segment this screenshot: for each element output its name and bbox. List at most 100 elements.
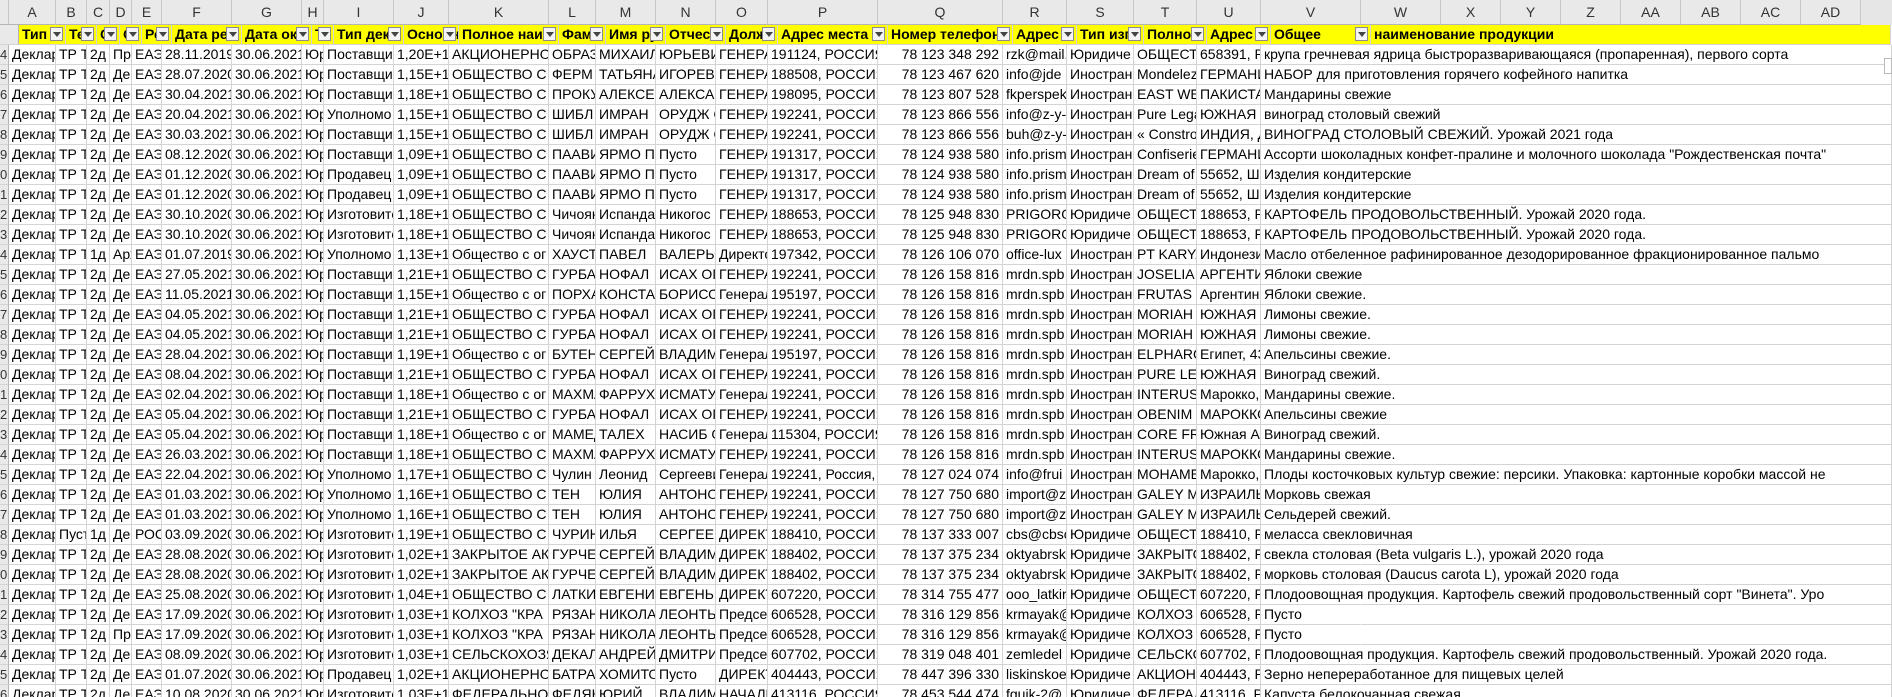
table-cell[interactable]: 30.06.2021 <box>232 525 302 545</box>
table-cell[interactable]: Иностран <box>1067 505 1134 525</box>
filter-dropdown-icon[interactable] <box>1255 27 1268 41</box>
table-cell[interactable]: 30.06.2021 <box>232 205 302 225</box>
table-cell[interactable]: Дей <box>110 265 132 285</box>
table-cell[interactable]: ГЕРМАНИ <box>1197 145 1261 165</box>
table-cell[interactable]: 188653, РОССИЯ <box>768 205 878 225</box>
column-letter-h[interactable]: H <box>302 0 324 25</box>
table-cell[interactable]: Иностран <box>1067 445 1134 465</box>
table-cell[interactable]: ОБЩЕСТВ <box>1134 225 1197 245</box>
table-cell[interactable]: ГЕНЕРАЛЬ <box>716 105 768 125</box>
table-cell[interactable]: ГУРБАН <box>549 405 596 425</box>
table-cell[interactable]: Марокко, <box>1197 465 1261 485</box>
table-cell[interactable]: Изготовите <box>324 565 394 585</box>
table-cell[interactable]: 30.04.2021 <box>162 85 232 105</box>
table-cell[interactable]: 188653, Р <box>1197 225 1261 245</box>
table-cell[interactable]: krmayak@ <box>1003 625 1067 645</box>
table-cell[interactable]: Иностран <box>1067 385 1134 405</box>
table-cell[interactable]: 2д <box>87 585 110 605</box>
table-cell[interactable]: ГЕНЕРАЛЬ <box>716 145 768 165</box>
row-number[interactable]: 3 <box>0 425 9 445</box>
table-cell[interactable]: 606528, РОССИЯ <box>768 625 878 645</box>
table-cell[interactable]: 1,02E+12 <box>394 545 449 565</box>
table-cell[interactable]: Pure Lega <box>1134 105 1197 125</box>
table-cell[interactable]: Поставщик <box>324 345 394 365</box>
table-cell[interactable]: РЯЗАН <box>549 605 596 625</box>
table-cell[interactable]: 78 137 333 007 <box>878 525 1003 545</box>
table-cell[interactable]: АНТОНОВ <box>656 505 716 525</box>
table-cell[interactable]: ОБЩЕСТВО С С <box>449 305 549 325</box>
table-cell[interactable]: Уполномо <box>324 105 394 125</box>
table-cell[interactable]: mrdn.spb <box>1003 265 1067 285</box>
table-cell[interactable]: Деклар <box>9 685 56 697</box>
table-cell[interactable]: 78 123 467 620 <box>878 65 1003 85</box>
table-cell[interactable]: 08.12.2020 <box>162 145 232 165</box>
table-cell[interactable]: 1,18E+12 <box>394 445 449 465</box>
table-cell[interactable]: Дей <box>110 125 132 145</box>
table-cell[interactable]: 2д <box>87 205 110 225</box>
table-cell[interactable]: Леонид <box>596 465 656 485</box>
table-cell[interactable]: 17.09.2020 <box>162 625 232 645</box>
table-cell[interactable]: Юр <box>302 105 324 125</box>
row-number[interactable]: 1 <box>0 585 9 605</box>
table-cell[interactable]: Дей <box>110 525 132 545</box>
table-cell[interactable]: 192241, РОССИЯ <box>768 325 878 345</box>
table-cell[interactable]: Мандарины свежие <box>1261 85 1391 105</box>
table-cell[interactable]: 78 127 024 074 <box>878 465 1003 485</box>
table-cell[interactable]: 78 319 048 401 <box>878 645 1003 665</box>
table-cell[interactable]: Юр <box>302 625 324 645</box>
table-cell[interactable]: ГЕНЕРАЛЬ <box>716 405 768 425</box>
table-cell[interactable]: 188410, Р <box>1197 525 1261 545</box>
table-cell[interactable]: Дей <box>110 485 132 505</box>
table-cell[interactable]: 188402, РОССИЯ <box>768 545 878 565</box>
table-cell[interactable]: Юридиче <box>1067 205 1134 225</box>
table-cell[interactable]: Южная А <box>1197 425 1261 445</box>
table-cell[interactable]: 1д <box>87 245 110 265</box>
table-cell[interactable]: КОЛХОЗ " <box>1134 605 1197 625</box>
table-cell[interactable]: ОБЩЕСТВО С С <box>449 525 549 545</box>
table-cell[interactable]: 1,16E+12 <box>394 485 449 505</box>
table-cell[interactable]: АЛЕКСЕЙ <box>596 85 656 105</box>
table-cell[interactable]: ВИНОГРАД СТОЛОВЫЙ СВЕЖИЙ. Урожай 2021 го… <box>1261 125 1613 145</box>
table-cell[interactable]: 2д <box>87 685 110 697</box>
empty-cell[interactable] <box>1361 325 1892 345</box>
table-cell[interactable]: Деклар <box>9 285 56 305</box>
table-cell[interactable]: ТАЛЕХ <box>596 425 656 445</box>
column-letter-n[interactable]: N <box>656 0 716 25</box>
table-cell[interactable]: ПРОКУ <box>549 85 596 105</box>
table-cell[interactable]: Поставщик <box>324 145 394 165</box>
table-cell[interactable]: 02.04.2021 <box>162 385 232 405</box>
table-cell[interactable]: Сельдерей свежий. <box>1261 505 1391 525</box>
table-cell[interactable]: НИКОЛАЙ <box>596 625 656 645</box>
table-cell[interactable]: PT KARYA <box>1134 245 1197 265</box>
table-cell[interactable]: ГЕНЕРАЛЬ <box>716 185 768 205</box>
table-cell[interactable]: Иностран <box>1067 325 1134 345</box>
table-cell[interactable]: 2д <box>87 225 110 245</box>
table-cell[interactable]: ЮРЬЕВИЧ <box>656 45 716 65</box>
table-cell[interactable]: Деклар <box>9 505 56 525</box>
table-cell[interactable]: 78 137 375 234 <box>878 565 1003 585</box>
table-cell[interactable]: Общество с ог <box>449 245 549 265</box>
table-cell[interactable]: БОРИСОВ <box>656 285 716 305</box>
table-cell[interactable]: 30.06.2021 <box>232 65 302 85</box>
row-number[interactable]: 1 <box>0 185 9 205</box>
table-cell[interactable]: Юр <box>302 525 324 545</box>
table-cell[interactable]: Дей <box>110 85 132 105</box>
table-cell[interactable]: Иностран <box>1067 85 1134 105</box>
table-cell[interactable]: ТР ТС <box>56 85 87 105</box>
table-cell[interactable]: 607702, Р <box>1197 645 1261 665</box>
table-cell[interactable]: Поставщик <box>324 425 394 445</box>
table-cell[interactable]: Юр <box>302 185 324 205</box>
table-cell[interactable]: Поставщик <box>324 65 394 85</box>
table-cell[interactable]: 1,18E+12 <box>394 205 449 225</box>
table-cell[interactable]: НАСИБ ОГ <box>656 425 716 445</box>
table-cell[interactable]: 30.06.2021 <box>232 625 302 645</box>
table-cell[interactable]: Пре <box>110 45 132 65</box>
empty-cell[interactable] <box>1361 365 1892 385</box>
table-cell[interactable]: ЕАЭС <box>132 405 162 425</box>
table-cell[interactable]: 192241, РОССИЯ <box>768 485 878 505</box>
table-cell[interactable]: 78 124 938 580 <box>878 185 1003 205</box>
table-cell[interactable]: 30.06.2021 <box>232 85 302 105</box>
table-cell[interactable]: 2д <box>87 165 110 185</box>
table-cell[interactable]: ТР ТС <box>56 685 87 697</box>
table-cell[interactable]: ГУРБАН <box>549 265 596 285</box>
